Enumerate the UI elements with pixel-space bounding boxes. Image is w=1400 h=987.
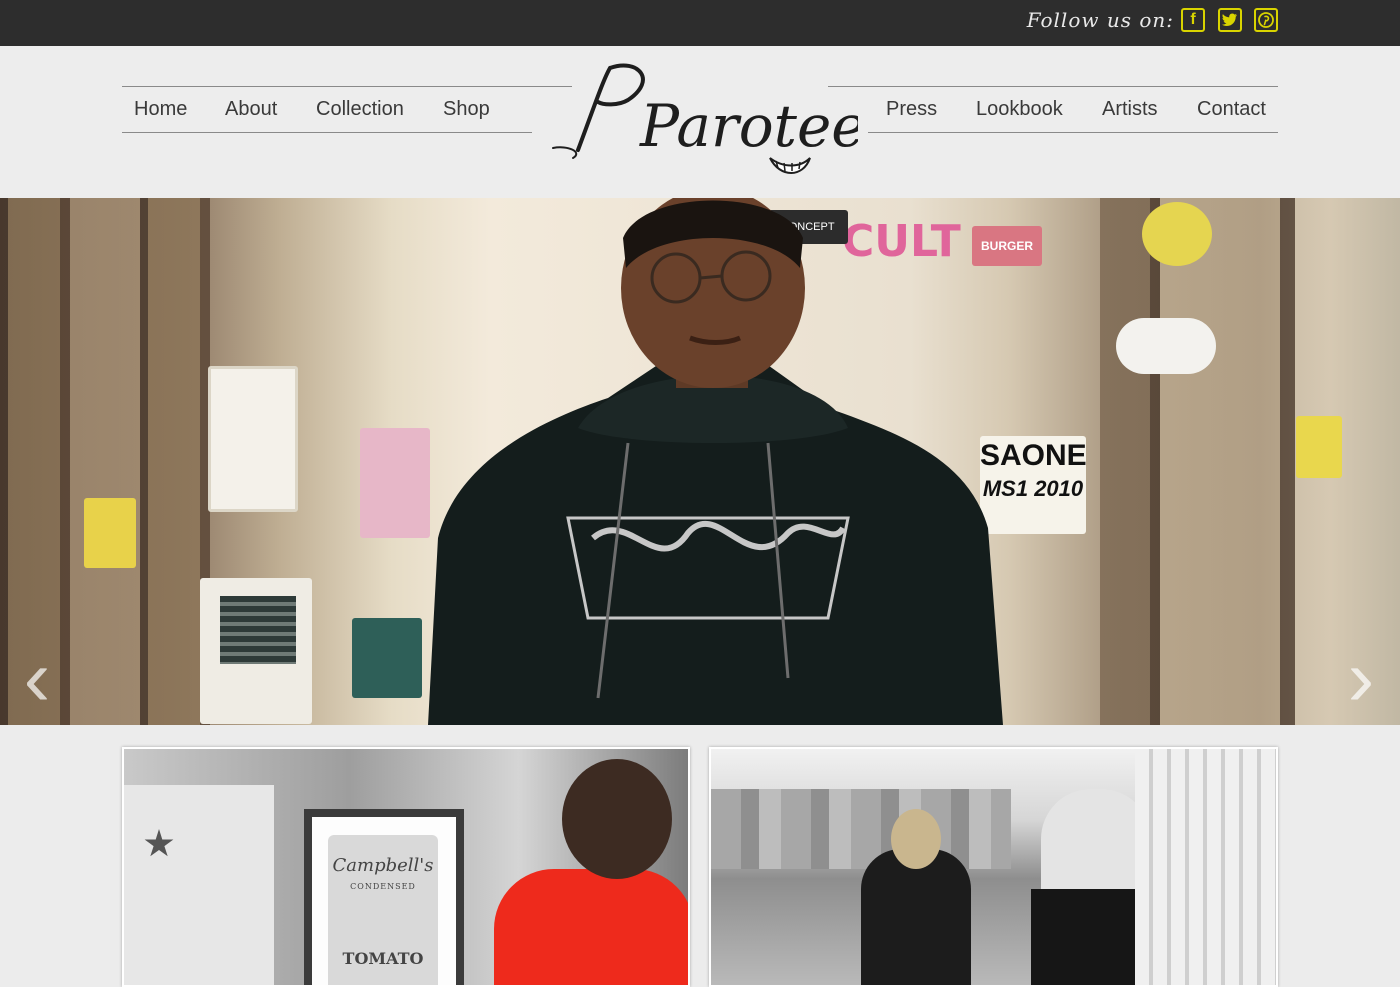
feature-thumb-rooftop[interactable] [709,747,1278,987]
nav-about[interactable]: About [225,98,316,121]
hero-prev-arrow[interactable]: ‹ [22,588,52,725]
thumb-city-skyline [711,789,1011,869]
hero-sticker [208,366,298,512]
nav-shop[interactable]: Shop [443,98,503,121]
top-bar: Follow us on: f [0,0,1400,46]
main-nav-left: Home About Collection Shop [134,98,503,121]
follow-us-label: Follow us on: [1026,8,1174,32]
pinterest-icon[interactable] [1254,8,1278,32]
nav-collection[interactable]: Collection [316,98,443,121]
thumb-wall [1135,749,1276,985]
thumb-soup-can: Campbell's CONDENSED TOMATO [328,835,438,985]
facebook-icon[interactable]: f [1181,8,1205,32]
nav-home[interactable]: Home [134,98,225,121]
hero-sticker-bubble [1116,318,1216,374]
hero-slider: BURGER CULT KONCEPT SAONE MS1 2010 ‹ › [0,198,1400,725]
parotees-logo[interactable]: Parotees [548,50,895,190]
hero-sticker [360,428,430,538]
hero-sticker [84,498,136,568]
nav-rule-top-left [122,86,572,87]
twitter-icon[interactable] [1218,8,1242,32]
nav-rule-bottom-left [122,132,532,133]
hero-intercom-grille [220,596,296,664]
hero-model-image [428,198,1003,725]
logo-text: Parotees [639,92,858,160]
hero-sticker [200,578,312,724]
thumb-model-head [562,759,672,879]
feature-thumb-art-gallery[interactable]: Campbell's CONDENSED TOMATO [122,747,690,987]
hero-sticker [1142,202,1212,266]
thumb-red-shirt [494,869,688,985]
hero-sticker [1296,416,1342,478]
hero-next-arrow[interactable]: › [1346,588,1376,725]
nav-rule-bottom-right [868,132,1278,133]
nav-contact[interactable]: Contact [1197,98,1279,121]
thumb-can-frame: Campbell's CONDENSED TOMATO [304,809,464,985]
thumb-model-left [861,849,971,985]
main-nav-right: Press Lookbook Artists Contact [886,98,1279,121]
nav-rule-top-right [828,86,1278,87]
nav-artists[interactable]: Artists [1102,98,1197,121]
thumb-model-left-head [891,809,941,869]
nav-press[interactable]: Press [886,98,976,121]
site-header: Home About Collection Shop Parotees Pres… [0,46,1400,198]
hero-sticker [352,618,422,698]
thumb-painting [124,785,274,985]
nav-lookbook[interactable]: Lookbook [976,98,1102,121]
